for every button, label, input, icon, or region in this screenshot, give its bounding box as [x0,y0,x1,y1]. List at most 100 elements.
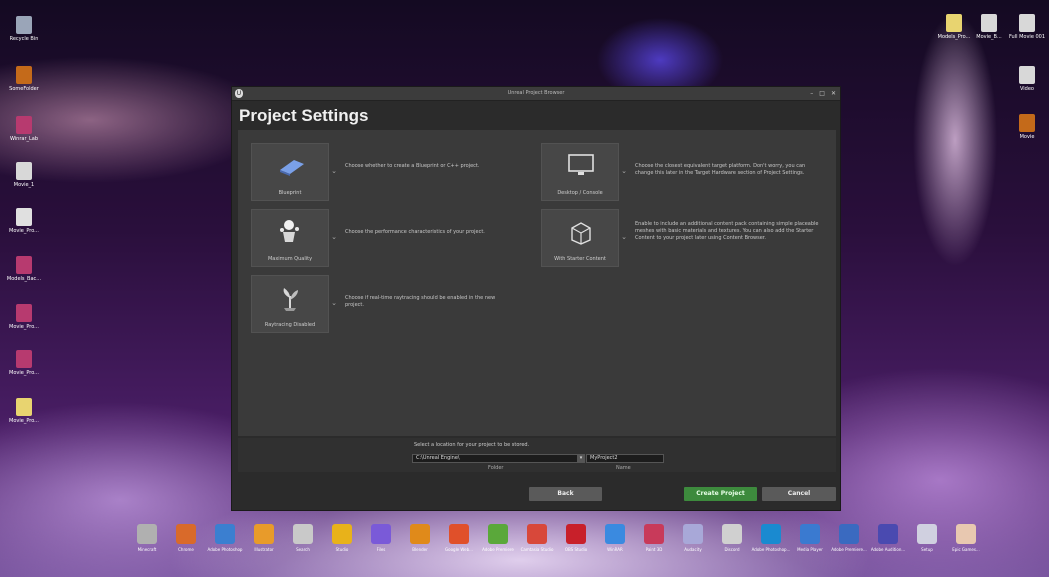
taskbar-app-label: Discord [724,547,740,552]
file-icon [16,398,32,416]
taskbar-app-label: Adobe Premiere [482,547,514,552]
desktop-icon-label: Movie_1 [13,182,35,188]
desktop-icon[interactable]: Movie_Pro... [0,208,48,234]
taskbar-app[interactable]: Audacity [676,524,710,552]
taskbar-app[interactable]: Adobe Premiere [481,524,515,552]
taskbar-app[interactable]: Epic Games... [949,524,983,552]
max-quality-tile[interactable]: Maximum Quality [251,209,329,267]
create-project-button[interactable]: Create Project [684,487,757,501]
option-description: Enable to include an additional content … [635,221,819,241]
taskbar-app[interactable]: Paint 3D [637,524,671,552]
tile-label: Desktop / Console [557,190,603,196]
desktop-icon[interactable]: Video [1003,66,1049,92]
desktop-icon-label: Models_Bac... [6,276,42,282]
desktop-icon[interactable]: Movie_Pro... [0,304,48,330]
chevron-down-icon[interactable]: ⌄ [329,299,339,307]
desktop-icon-label: Movie_Pro... [9,370,39,376]
option-description: Choose the performance characteristics o… [345,229,485,235]
desktop-console-tile[interactable]: Desktop / Console [541,143,619,201]
taskbar-app[interactable]: Studio [325,524,359,552]
desktop-icon-label: Movie [1019,134,1035,140]
desktop-icon[interactable]: Recycle Bin [0,16,48,42]
taskbar-app-label: Blender [412,547,428,552]
taskbar-app[interactable]: Files [364,524,398,552]
chevron-down-icon[interactable]: ⌄ [619,233,629,241]
option-target-platform: Desktop / Console ⌄ Choose the closest e… [541,143,825,201]
file-icon [1019,66,1035,84]
chevron-down-icon[interactable]: ⌄ [329,167,339,175]
option-quality: Maximum Quality ⌄ Choose the performance… [251,209,515,267]
cancel-button[interactable]: Cancel [762,487,836,501]
folder-icon [946,14,962,32]
project-browser-window: U Unreal Project Browser – □ ✕ Project S… [231,86,841,511]
taskbar-app[interactable]: Setup [910,524,944,552]
tile-label: Blueprint [278,190,302,196]
taskbar-app[interactable]: Search [286,524,320,552]
blueprint-tile[interactable]: Blueprint [251,143,329,201]
app-icon [488,524,508,544]
app-icon [254,524,274,544]
desktop: { "desktop_left": [ {"label": "Recycle B… [0,0,1049,577]
option-project-type: Blueprint ⌄ Choose whether to create a B… [251,143,515,201]
project-name-input[interactable]: MyProject2 [586,454,664,463]
desktop-icon[interactable]: Movie_Pro... [0,398,48,424]
app-icon [410,524,430,544]
taskbar-app-label: OBS Studio [564,547,588,552]
app-icon [16,66,32,84]
app-icon [371,524,391,544]
taskbar-app[interactable]: Media Player [793,524,827,552]
maximize-button[interactable]: □ [819,90,825,97]
desktop-icon-label: Movie_Pro... [9,228,39,234]
taskbar-app-label: Google Web... [445,547,473,552]
taskbar-app[interactable]: Illustrator [247,524,281,552]
tile-label: Maximum Quality [267,256,313,262]
desktop-icon[interactable]: SomeFolder [0,66,48,92]
taskbar-app[interactable]: Google Web... [442,524,476,552]
winrar-icon [16,304,32,322]
chevron-down-icon[interactable]: ⌄ [329,233,339,241]
option-raytracing: Raytracing Disabled ⌄ Choose if real-tim… [251,275,515,333]
option-description: Choose whether to create a Blueprint or … [345,163,480,169]
taskbar-app[interactable]: Discord [715,524,749,552]
raytracing-tile[interactable]: Raytracing Disabled [251,275,329,333]
desktop-icon[interactable]: Models_Bac... [0,256,48,282]
chevron-down-icon[interactable]: ⌄ [619,167,629,175]
taskbar-app-label: Adobe Photoshop... [751,547,791,552]
browse-folder-button[interactable]: ▾ [577,454,585,463]
taskbar-app[interactable]: Minecraft [130,524,164,552]
taskbar-app-label: Illustrator [254,547,274,552]
minimize-button[interactable]: – [810,90,813,97]
taskbar-app[interactable]: Adobe Premiere... [831,524,867,552]
desktop-icon[interactable]: Movie_1 [0,162,48,188]
file-icon [981,14,997,32]
tile-label: With Starter Content [554,256,606,262]
close-button[interactable]: ✕ [831,90,836,97]
back-button[interactable]: Back [529,487,602,501]
desktop-icon[interactable]: Full Movie 001 [1003,14,1049,40]
desktop-icon[interactable]: Movie [1003,114,1049,140]
desktop-icon[interactable]: Winrar_Lab [0,116,48,142]
desktop-icon-label: Recycle Bin [9,36,39,42]
taskbar-app[interactable]: Camtasia Studio [520,524,554,552]
starter-content-tile[interactable]: With Starter Content [541,209,619,267]
app-icon [176,524,196,544]
taskbar-app[interactable]: Adobe Photoshop... [751,524,791,552]
recycle-bin-icon [16,16,32,34]
winrar-icon [16,256,32,274]
taskbar-app[interactable]: Adobe Audition... [871,524,905,552]
project-path-input[interactable]: C:\Unreal Engine\ [412,454,578,463]
desktop-icon-label: Winrar_Lab [9,136,39,142]
taskbar-app[interactable]: WinRAR [598,524,632,552]
taskbar-app-label: Adobe Photoshop [207,547,243,552]
taskbar-app[interactable]: Adobe Photoshop [208,524,242,552]
desktop-icon[interactable]: Movie_Pro... [0,350,48,376]
desktop-icon-label: Video [1019,86,1034,92]
taskbar-app[interactable]: OBS Studio [559,524,593,552]
folder-caption: Folder [488,465,504,471]
taskbar-app[interactable]: Blender [403,524,437,552]
desktop-icon-label: SomeFolder [9,86,39,92]
taskbar-app-label: Studio [335,547,349,552]
taskbar-app[interactable]: Chrome [169,524,203,552]
title-bar[interactable]: U Unreal Project Browser – □ ✕ [232,87,840,101]
app-icon [332,524,352,544]
